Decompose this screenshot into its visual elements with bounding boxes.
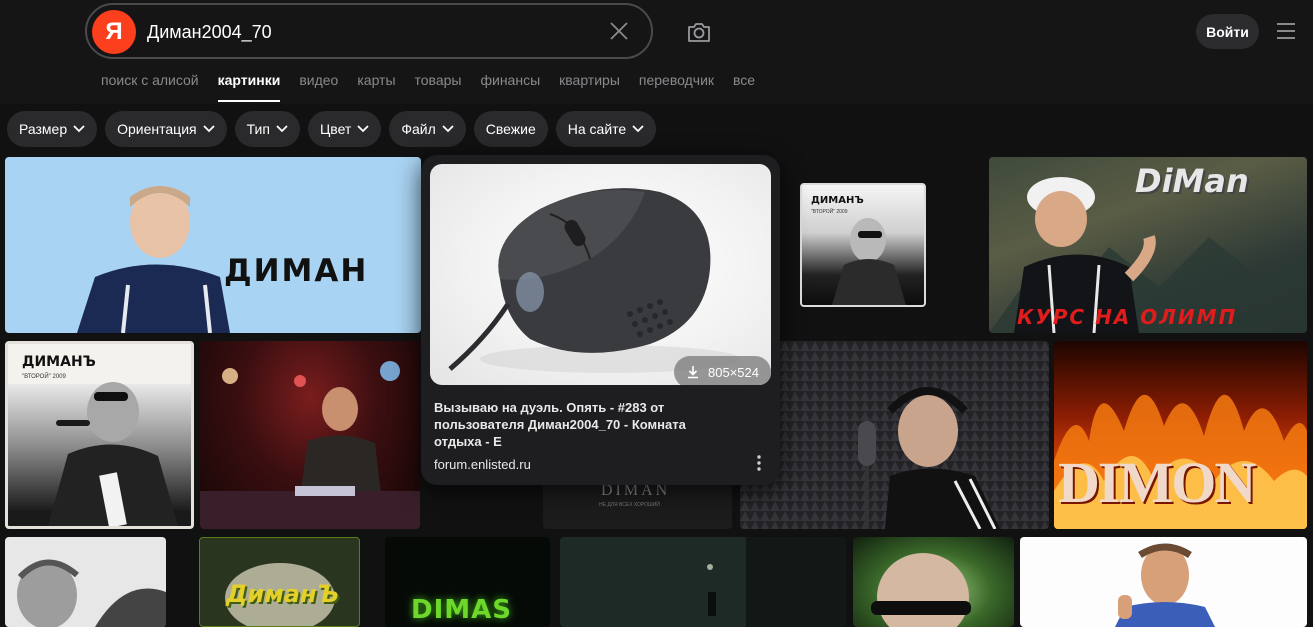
nav-item-alice[interactable]: поиск с алисой (101, 72, 199, 102)
computer-mouse-illustration (448, 188, 740, 373)
popup-image[interactable]: 805×524 (430, 164, 771, 385)
chevron-down-icon (202, 125, 215, 133)
tile-title: DiMan (1135, 162, 1249, 200)
filter-label: Тип (246, 121, 270, 137)
service-nav: поиск с алисой картинки видео карты това… (101, 72, 774, 104)
image-result-thumbnail[interactable] (5, 537, 166, 627)
image-result-thumbnail[interactable] (200, 341, 420, 529)
person-photo-illustration (17, 559, 166, 627)
tile-caption: DIMON (1058, 450, 1256, 515)
nav-item-images[interactable]: картинки (217, 72, 280, 102)
nav-item-translate[interactable]: переводчик (639, 72, 714, 102)
image-result-thumbnail[interactable] (853, 537, 1014, 627)
nav-item-all[interactable]: все (733, 72, 755, 102)
filter-type[interactable]: Тип (234, 111, 300, 147)
tile-caption: ДИМАНЪ (22, 354, 96, 370)
image-result-thumbnail[interactable]: ДиманЪ (199, 537, 360, 627)
tile-subcaption: "ВТОРОЙ" 2009 (811, 209, 848, 215)
image-result-thumbnail[interactable]: ДИМАН (5, 157, 421, 333)
search-input[interactable] (147, 19, 587, 45)
image-result-thumbnail[interactable]: DIMAS (385, 537, 550, 627)
filter-on-site[interactable]: На сайте (555, 111, 657, 147)
filters-bar: Размер Ориентация Тип Цвет Файл Свежие Н… (7, 111, 657, 147)
person-thumbs-up-illustration (1115, 543, 1215, 627)
dark-street-illustration (560, 537, 846, 627)
filter-label: Цвет (319, 121, 352, 137)
tile-caption: ДИМАН (224, 253, 369, 289)
image-size-label: 805×524 (708, 364, 759, 380)
chevron-down-icon (442, 125, 454, 133)
image-result-thumbnail[interactable]: ДИМАНЪ "ВТОРОЙ" 2009 (5, 341, 194, 529)
filter-file[interactable]: Файл (389, 111, 466, 147)
person-in-sunglasses-illustration (871, 553, 971, 627)
nav-item-finance[interactable]: финансы (480, 72, 540, 102)
chevron-down-icon (357, 125, 369, 133)
tile-subcaption: НЕ ДЛЯ ВСЕХ ХОРОШИЙ (599, 502, 660, 508)
image-result-thumbnail[interactable] (1020, 537, 1307, 627)
nav-item-realty[interactable]: квартиры (559, 72, 620, 102)
download-icon (688, 366, 698, 379)
download-size-badge[interactable]: 805×524 (674, 356, 771, 385)
login-button[interactable]: Войти (1196, 14, 1259, 49)
header: Я Войти поиск с алисой картинки видео ка… (0, 0, 1313, 104)
rapper-photo-illustration (48, 382, 178, 526)
filter-orientation[interactable]: Ориентация (105, 111, 227, 147)
filter-size[interactable]: Размер (7, 111, 98, 147)
studio-rapper-illustration (740, 341, 1049, 529)
search-bar[interactable]: Я (85, 3, 653, 59)
filter-label: Свежие (485, 121, 536, 137)
image-result-thumbnail[interactable] (560, 537, 846, 627)
popup-title[interactable]: Вызываю на дуэль. Опять - #283 от пользо… (434, 399, 734, 450)
chevron-down-icon (73, 125, 85, 133)
image-result-thumbnail[interactable] (740, 341, 1049, 529)
nav-item-video[interactable]: видео (299, 72, 338, 102)
tile-caption: КУРС НА ОЛИМП (1017, 305, 1238, 329)
filter-label: На сайте (567, 121, 627, 137)
popup-source-link[interactable]: forum.enlisted.ru (434, 457, 531, 472)
chevron-down-icon (276, 125, 288, 133)
tile-subcaption: "ВТОРОЙ" 2009 (22, 374, 66, 380)
nav-item-goods[interactable]: товары (415, 72, 462, 102)
more-options-icon[interactable] (751, 452, 767, 474)
tile-caption: ДиманЪ (226, 580, 340, 608)
filter-label: Размер (19, 121, 68, 137)
filter-color[interactable]: Цвет (307, 111, 382, 147)
camera-search-icon[interactable] (685, 18, 713, 46)
tile-caption: ДИМАНЪ (811, 195, 864, 206)
clear-icon[interactable] (607, 19, 631, 43)
yandex-logo-icon[interactable]: Я (92, 10, 136, 54)
filter-fresh[interactable]: Свежие (473, 111, 548, 147)
menu-icon[interactable] (1275, 20, 1297, 42)
person-in-tracksuit-illustration (77, 186, 230, 333)
filter-label: Ориентация (117, 121, 197, 137)
image-result-thumbnail[interactable]: ДИМАНЪ "ВТОРОЙ" 2009 (800, 183, 926, 307)
image-preview-popup: 805×524 Вызываю на дуэль. Опять - #283 о… (421, 155, 780, 485)
concert-stage-illustration (200, 361, 420, 529)
chevron-down-icon (632, 125, 644, 133)
image-result-thumbnail[interactable]: DIMON (1054, 341, 1307, 529)
image-result-thumbnail[interactable]: DiMan КУРС НА ОЛИМП (989, 157, 1307, 333)
filter-label: Файл (401, 121, 436, 137)
nav-item-maps[interactable]: карты (357, 72, 395, 102)
